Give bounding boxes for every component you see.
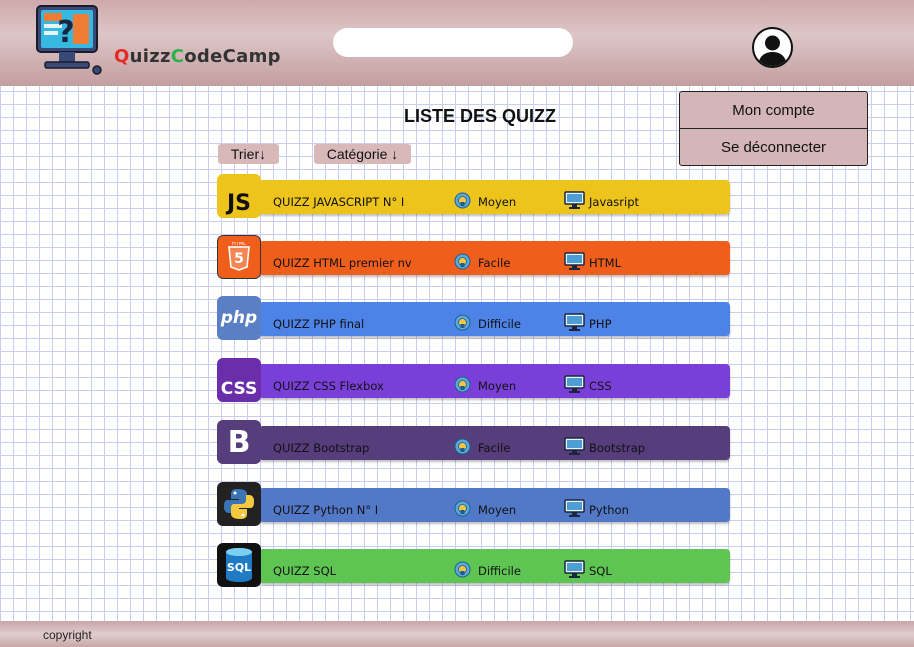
difficulty-icon [454, 376, 471, 393]
monitor-icon [564, 191, 585, 210]
quiz-difficulty: Facile [478, 256, 511, 270]
footer-bar [0, 621, 914, 647]
category-filter-button[interactable]: Catégorie ↓ [314, 144, 411, 164]
difficulty-icon [454, 438, 471, 455]
quiz-difficulty: Difficile [478, 564, 521, 578]
app-logo-icon[interactable]: ? [31, 2, 103, 76]
quiz-title[interactable]: QUIZZ CSS Flexbox [273, 379, 384, 393]
css-logo-icon: CSS [217, 358, 261, 402]
quiz-row[interactable]: CSS QUIZZ CSS Flexbox Moyen CSS [217, 358, 730, 405]
quiz-category: HTML [589, 256, 622, 270]
difficulty-icon [454, 314, 471, 331]
quiz-category: CSS [589, 379, 612, 393]
monitor-icon [564, 499, 585, 518]
quiz-row[interactable]: HTML 5 QUIZZ HTML premier nv Facile HTML [217, 235, 730, 282]
brand-part-odecamp: odeCamp [184, 46, 281, 67]
bootstrap-logo-text: B [227, 424, 251, 460]
difficulty-icon [454, 500, 471, 517]
python-logo-icon [217, 482, 261, 526]
monitor-icon [564, 313, 585, 332]
brand-letter-c: C [170, 46, 185, 67]
js-logo-icon: JS [217, 174, 261, 218]
monitor-icon [564, 437, 585, 456]
search-input[interactable] [333, 28, 573, 57]
quiz-title[interactable]: QUIZZ JAVASCRIPT N° I [273, 195, 404, 209]
monitor-icon [564, 252, 585, 271]
brand-part-uizz: uizz [129, 46, 171, 67]
difficulty-icon [454, 192, 471, 209]
php-logo-text: php [220, 308, 258, 328]
js-logo-text: JS [226, 191, 252, 216]
quiz-difficulty: Difficile [478, 317, 521, 331]
css-logo-text: CSS [220, 379, 258, 399]
sql-logo-text: SQL [227, 561, 251, 574]
monitor-icon [564, 375, 585, 394]
brand-letter-q: Q [114, 46, 130, 67]
quiz-row[interactable]: QUIZZ Python N° I Moyen Python [217, 482, 730, 529]
quiz-category: Javasript [589, 195, 640, 209]
quiz-title[interactable]: QUIZZ Python N° I [273, 503, 378, 517]
quiz-category: PHP [589, 317, 612, 331]
monitor-icon [564, 560, 585, 579]
quiz-difficulty: Moyen [478, 503, 517, 517]
quiz-row[interactable]: SQL QUIZZ SQL Difficile SQL [217, 543, 730, 590]
quiz-title[interactable]: QUIZZ HTML premier nv [273, 256, 412, 270]
quiz-title[interactable]: QUIZZ SQL [273, 564, 336, 578]
bootstrap-logo-icon: B [217, 420, 261, 464]
page-title: LISTE DES QUIZZ [403, 106, 556, 126]
account-dropdown-menu: Mon compte Se déconnecter [679, 91, 868, 166]
php-logo-icon: php [217, 296, 261, 340]
quiz-row[interactable]: B QUIZZ Bootstrap Facile Bootstrap [217, 420, 730, 467]
quiz-difficulty: Facile [478, 441, 511, 455]
quiz-category: Bootstrap [589, 441, 646, 455]
quiz-row[interactable]: php QUIZZ PHP final Difficile PHP [217, 296, 730, 343]
user-avatar-icon[interactable] [752, 27, 793, 68]
difficulty-icon [454, 253, 471, 270]
quiz-difficulty: Moyen [478, 195, 517, 209]
html5-logo-number: 5 [234, 251, 244, 267]
sql-logo-icon: SQL [217, 543, 261, 587]
quiz-title[interactable]: QUIZZ Bootstrap [273, 441, 369, 455]
svg-text:?: ? [57, 15, 74, 50]
difficulty-icon [454, 561, 471, 578]
html5-logo-icon: HTML 5 [217, 235, 261, 279]
copyright-text: copyright [43, 628, 92, 642]
brand-name[interactable]: QuizzCodeCamp [114, 46, 281, 67]
html-logo-label: HTML [232, 242, 246, 247]
quiz-category: Python [589, 503, 629, 517]
quiz-category: SQL [589, 564, 612, 578]
menu-item-mon-compte[interactable]: Mon compte [680, 92, 867, 129]
menu-item-se-deconnecter[interactable]: Se déconnecter [680, 129, 867, 166]
quiz-row[interactable]: JS QUIZZ JAVASCRIPT N° I Moyen Javasript [217, 174, 730, 221]
quiz-title[interactable]: QUIZZ PHP final [273, 317, 364, 331]
sort-button[interactable]: Trier↓ [218, 144, 279, 164]
quiz-difficulty: Moyen [478, 379, 517, 393]
